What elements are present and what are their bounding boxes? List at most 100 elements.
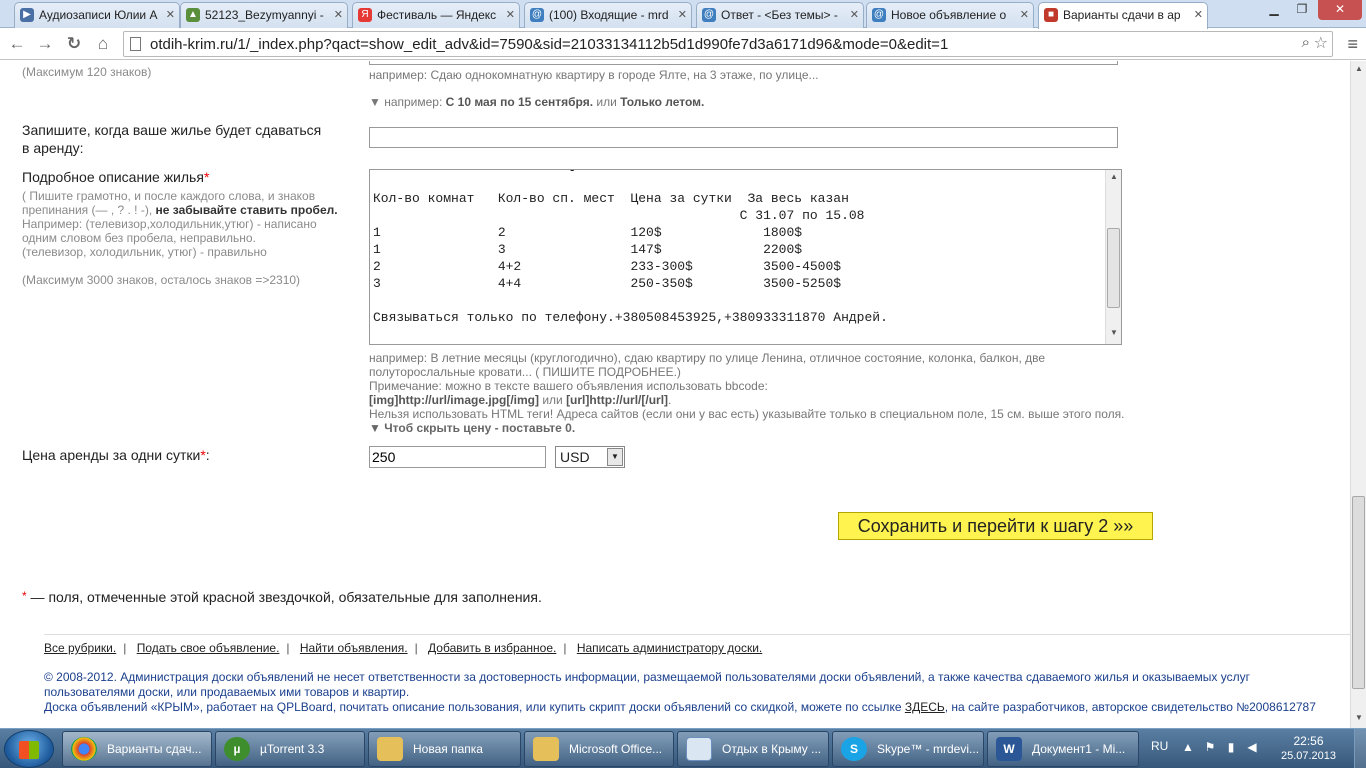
tab-title: Варианты сдачи в ар [1063,8,1181,22]
forward-arrow-icon[interactable]: → [34,33,56,55]
yandex-icon: Я [358,8,372,22]
browser-tab-5[interactable]: @ Ответ - <Без темы> - ✕ [696,2,864,28]
language-indicator[interactable]: RU [1151,739,1168,753]
play-icon: ▶ [20,8,34,22]
close-icon[interactable]: ✕ [166,3,175,27]
browser-tab-1[interactable]: ▶ Аудиозаписи Юлии А ✕ [14,2,180,28]
when-label: Запишите, когда ваше жилье будет сдавать… [22,122,322,156]
here-link[interactable]: ЗДЕСЬ [905,700,945,714]
required-asterisk: * [203,169,210,185]
reload-icon[interactable]: ↻ [63,33,85,55]
taskbar-item-utorrent[interactable]: µ µTorrent 3.3 [215,731,365,767]
footer-link-post-ad[interactable]: Подать свое объявление. [137,641,280,655]
desc-hint: ( Пишите грамотно, и после каждого слова… [22,189,338,259]
start-button[interactable] [4,730,54,768]
browser-tab-7-active[interactable]: ■ Варианты сдачи в ар ✕ [1038,2,1208,29]
close-icon[interactable]: ✕ [506,3,515,27]
show-hidden-icons-icon[interactable]: ▲ [1181,740,1195,754]
close-icon[interactable]: ✕ [334,3,343,27]
tab-title: (100) Входящие - mrd [549,8,669,22]
tab-title: Фестиваль — Яндекс [377,8,497,22]
folder-icon [377,737,403,761]
home-icon[interactable]: ⌂ [92,33,114,55]
title-example: например: Сдаю однокомнатную квартиру в … [369,68,819,82]
network-signal-icon[interactable]: ▮ [1224,740,1238,754]
taskbar-item-skype[interactable]: S Skype™ - mrdevi... [832,731,984,767]
url-input[interactable] [150,33,1280,55]
address-bar[interactable]: ⌕ ☆ [123,31,1333,57]
footer-link-find-ads[interactable]: Найти объявления. [300,641,408,655]
flag-icon[interactable]: ⚑ [1203,740,1217,754]
page-content: (Максимум 120 знаков) например: Сдаю одн… [0,61,1350,728]
bbcode-note: Примечание: можно в тексте вашего объявл… [369,379,768,393]
word-icon: W [996,737,1022,761]
browser-toolbar: ← → ↻ ⌂ ⌕ ☆ ≡ [0,28,1366,60]
footer-link-write-admin[interactable]: Написать администратору доски. [577,641,762,655]
save-next-step-button[interactable]: Сохранить и перейти к шагу 2 »» [838,512,1153,540]
chevron-down-icon: ▼ [607,448,623,466]
price-label: Цена аренды за одни сутки*: [22,447,210,463]
clock-time[interactable]: 22:56 [1271,734,1346,748]
footer-divider [44,634,1350,635]
close-icon[interactable]: ✕ [1194,3,1203,27]
taskbar-item-word[interactable]: W Документ1 - Mi... [987,731,1139,767]
taskbar-item-office-folder[interactable]: Microsoft Office... [524,731,674,767]
desc-label: Подробное описание жилья* [22,169,210,185]
minimize-icon[interactable]: ▁ [1260,0,1288,20]
restore-icon[interactable]: ❐ [1288,0,1316,20]
clock-date[interactable]: 25.07.2013 [1271,750,1346,762]
description-textarea[interactable]: Кол-во комнат Кол-во сп. мест Цена за су… [369,162,1122,345]
footer-link-add-favorites[interactable]: Добавить в избранное. [428,641,556,655]
browser-tab-2[interactable]: ▲ 52123_Bezymyannyi - ✕ [180,2,348,28]
footer-link-all-categories[interactable]: Все рубрики. [44,641,116,655]
mail-icon: @ [530,8,544,22]
window-close-icon[interactable]: ✕ [1318,0,1362,20]
copyright-text: © 2008-2012. Администрация доски объявле… [44,670,1316,714]
browser-tab-6[interactable]: @ Новое объявление о ✕ [866,2,1034,28]
taskbar-item-chrome[interactable]: Варианты сдач... [62,731,212,767]
volume-icon[interactable]: ◀ [1245,740,1259,754]
show-desktop-button[interactable] [1354,729,1366,768]
currency-value: USD [560,449,590,465]
scroll-down-icon[interactable]: ▼ [1106,328,1122,337]
scroll-up-icon[interactable]: ▲ [1351,64,1366,73]
currency-select[interactable]: USD ▼ [555,446,625,468]
document-icon [686,737,712,761]
page-icon [130,37,141,51]
close-icon[interactable]: ✕ [850,3,859,27]
windows-logo-icon [19,741,39,759]
bookmark-star-icon[interactable]: ☆ [1314,33,1328,53]
taskbar-item-new-folder[interactable]: Новая папка [368,731,521,767]
browser-tab-3[interactable]: Я Фестиваль — Яндекс ✕ [352,2,520,28]
skype-icon: S [841,737,867,761]
tab-title: Аудиозаписи Юлии А [39,8,158,22]
title-input-bottom[interactable] [369,61,1118,65]
textarea-scrollbar[interactable]: ▲ ▼ [1105,170,1121,344]
chrome-icon [71,737,97,761]
utorrent-icon: µ [224,737,250,761]
scroll-down-icon[interactable]: ▼ [1351,713,1366,722]
tab-title: 52123_Bezymyannyi - [205,8,324,22]
bbcode-examples: [img]http://url/image.jpg[/img] или [url… [369,393,672,407]
photo-icon: ▲ [186,8,200,22]
page-scroll-thumb[interactable] [1352,496,1365,689]
windows-taskbar: Варианты сдач... µ µTorrent 3.3 Новая па… [0,728,1366,768]
price-input[interactable] [369,446,546,468]
close-icon[interactable]: ✕ [1020,3,1029,27]
folder-icon [533,737,559,761]
zoom-icon[interactable]: ⌕ [1302,34,1310,51]
description-text: Кол-во комнат Кол-во сп. мест Цена за су… [373,191,888,325]
when-input[interactable] [369,127,1118,148]
title-max-length: (Максимум 120 знаков) [22,65,152,79]
browser-tab-4[interactable]: @ (100) Входящие - mrd ✕ [524,2,692,28]
hamburger-menu-icon[interactable]: ≡ [1347,34,1358,55]
back-arrow-icon[interactable]: ← [6,33,28,55]
taskbar-item-document[interactable]: Отдых в Крыму ... [677,731,829,767]
textarea-scroll-thumb[interactable] [1107,228,1120,308]
page-scrollbar[interactable]: ▲ ▼ [1350,61,1366,728]
close-icon[interactable]: ✕ [678,3,687,27]
scroll-up-icon[interactable]: ▲ [1106,172,1122,181]
tab-title: Ответ - <Без темы> - [721,8,838,22]
mail-icon: @ [872,8,886,22]
desc-example: например: В летние месяцы (круглогодично… [369,351,1046,379]
